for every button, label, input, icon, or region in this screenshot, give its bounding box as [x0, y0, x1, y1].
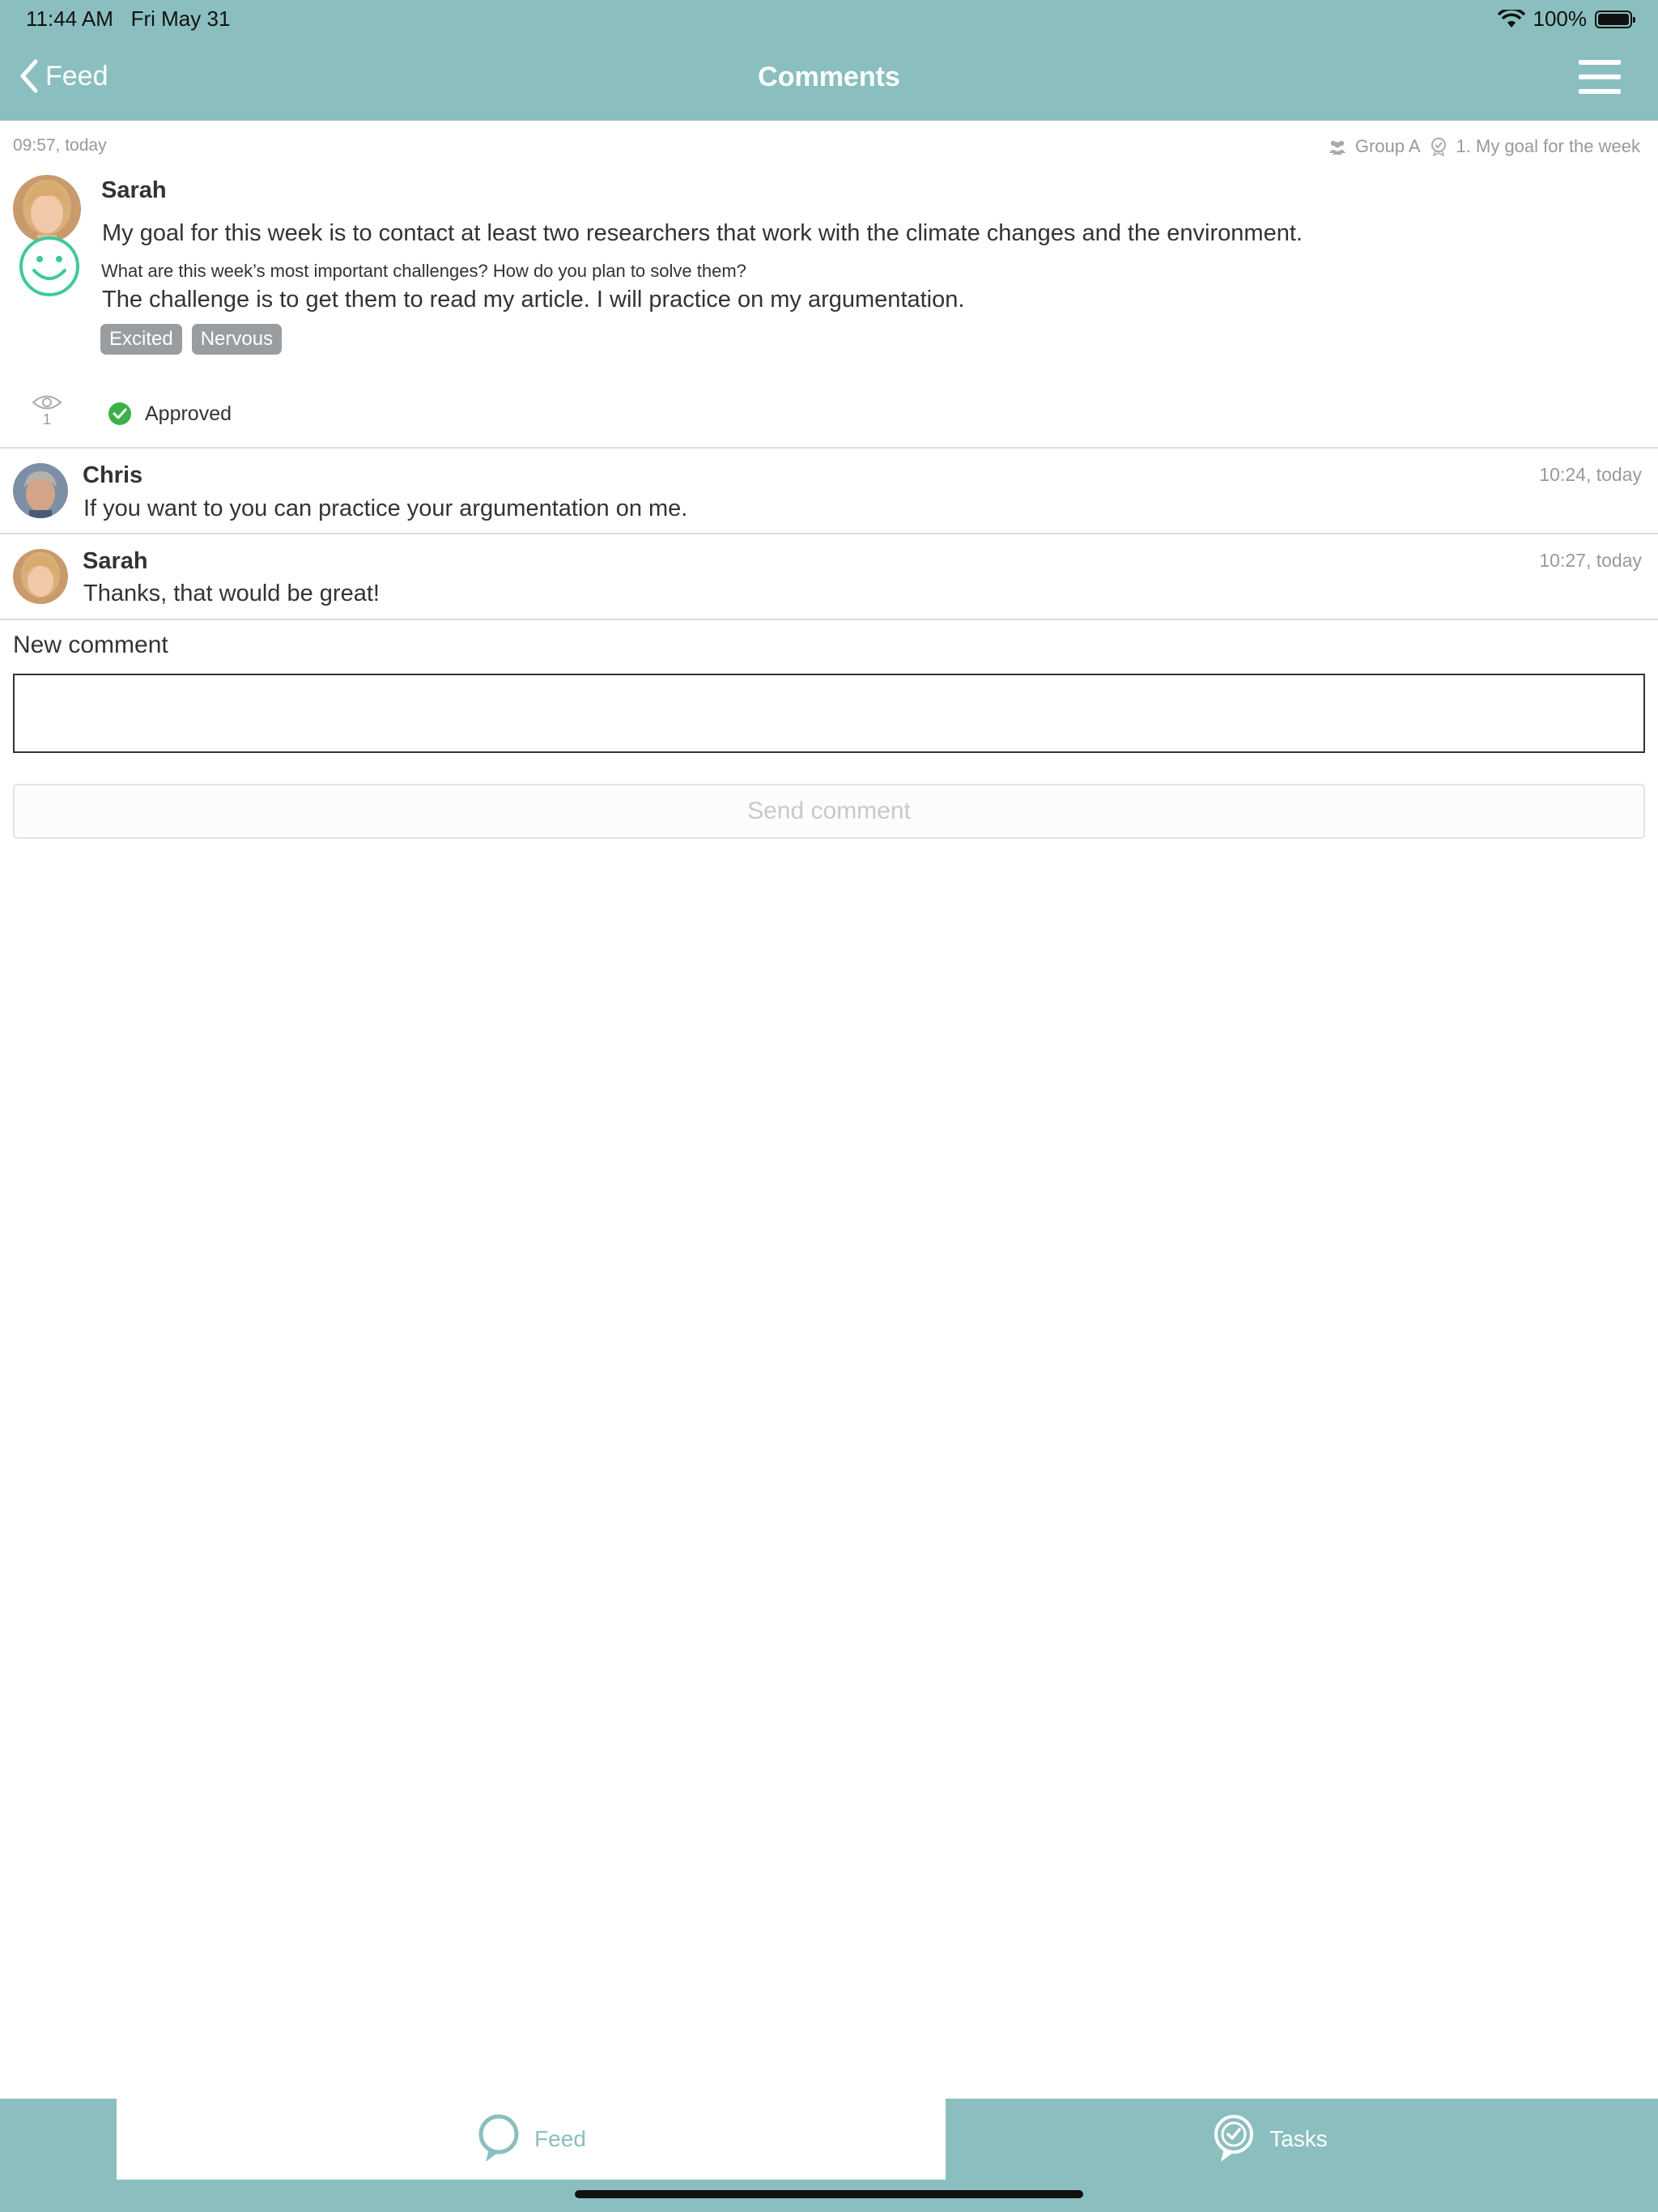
tag-nervous: Nervous	[191, 324, 283, 355]
hamburger-menu-icon[interactable]	[1579, 60, 1621, 94]
smiley-icon	[19, 236, 79, 296]
post-author: Sarah	[101, 177, 167, 203]
goal-badge-icon	[1431, 138, 1446, 156]
battery-icon	[1595, 10, 1635, 28]
tag-excited: Excited	[100, 324, 182, 355]
comment-text: If you want to you can practice your arg…	[83, 496, 688, 521]
eye-icon	[32, 395, 62, 410]
new-comment-label: New comment	[13, 632, 168, 658]
group-icon	[1329, 140, 1346, 155]
sarah-avatar-image	[13, 549, 68, 604]
comment-timestamp: 10:27, today	[1539, 550, 1642, 571]
approval-status: Approved	[108, 402, 232, 426]
status-indicators: 100%	[1497, 6, 1635, 32]
divider	[0, 619, 1658, 620]
wifi-icon	[1497, 9, 1525, 28]
tab-tasks-label: Tasks	[1269, 2126, 1328, 2151]
view-count-number: 1	[42, 411, 51, 428]
tab-tasks[interactable]: Tasks	[946, 2099, 1593, 2180]
task-check-bubble-icon	[1214, 2115, 1254, 2162]
comment-timestamp: 10:24, today	[1539, 464, 1642, 485]
comment-text: Thanks, that would be great!	[83, 581, 380, 606]
group-label[interactable]: Group A	[1355, 136, 1421, 157]
status-time: 11:44 AM	[26, 6, 113, 31]
battery-percent: 100%	[1533, 6, 1588, 31]
sarah-avatar-image	[13, 175, 81, 243]
comment-author: Chris	[83, 462, 143, 488]
goal-ref-label[interactable]: 1. My goal for the week	[1456, 136, 1640, 157]
status-time-date: 11:44 AM Fri May 31	[26, 6, 230, 32]
comment-input[interactable]	[13, 674, 1645, 753]
tab-feed[interactable]: Feed	[117, 2099, 946, 2180]
divider	[0, 447, 1658, 449]
status-date: Fri May 31	[130, 6, 231, 31]
top-bar	[0, 0, 1658, 121]
speech-bubble-icon	[478, 2114, 519, 2162]
divider	[0, 533, 1658, 534]
post-goal-text: My goal for this week is to contact at l…	[102, 220, 1303, 246]
view-count: 1	[31, 393, 63, 428]
mood-tags: Excited Nervous	[100, 324, 283, 355]
home-indicator	[575, 2190, 1083, 2198]
page-title: Comments	[758, 62, 900, 92]
chris-avatar-image	[13, 463, 68, 518]
post-timestamp: 09:57, today	[13, 136, 107, 155]
send-comment-button[interactable]: Send comment	[13, 784, 1645, 839]
post-meta: Group A 1. My goal for the week	[1328, 136, 1640, 157]
tab-feed-label: Feed	[534, 2126, 586, 2151]
avatar[interactable]	[13, 175, 81, 243]
avatar[interactable]	[13, 463, 68, 518]
approval-label: Approved	[145, 402, 232, 425]
post-answer: The challenge is to get them to read my …	[102, 287, 965, 313]
comment-author: Sarah	[83, 548, 148, 574]
post-question: What are this week’s most important chal…	[101, 261, 746, 281]
avatar[interactable]	[13, 549, 68, 604]
check-circle-icon	[108, 402, 131, 425]
